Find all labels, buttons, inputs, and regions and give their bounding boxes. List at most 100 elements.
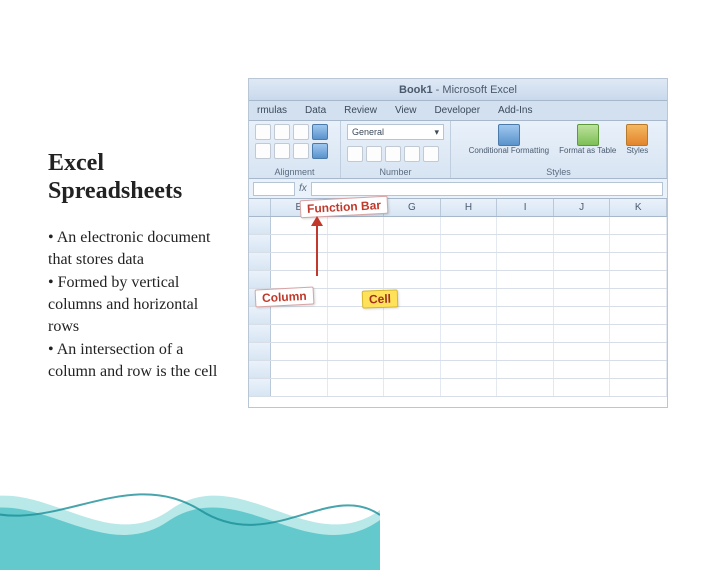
cell[interactable] [610,289,667,306]
formula-bar[interactable] [311,182,663,196]
cell[interactable] [610,361,667,378]
cell[interactable] [441,325,498,342]
cell[interactable] [610,379,667,396]
cell[interactable] [497,289,554,306]
currency-icon[interactable] [347,146,363,162]
cell[interactable] [328,343,385,360]
row-header[interactable] [249,361,271,378]
cell[interactable] [271,325,328,342]
cell[interactable] [384,343,441,360]
row-header[interactable] [249,253,271,270]
cell[interactable] [497,253,554,270]
column-header[interactable]: J [554,199,611,216]
cell[interactable] [271,271,328,288]
cell[interactable] [271,361,328,378]
cell[interactable] [328,307,385,324]
row-header[interactable] [249,217,271,234]
cell[interactable] [441,307,498,324]
spreadsheet-grid[interactable] [249,217,667,407]
cell[interactable] [441,253,498,270]
fx-icon[interactable]: fx [299,183,307,194]
ribbon-tab[interactable]: Add-Ins [498,105,532,116]
column-header[interactable]: G [384,199,441,216]
align-icon[interactable] [274,143,290,159]
align-icon[interactable] [255,124,271,140]
cell[interactable] [610,217,667,234]
cell[interactable] [610,253,667,270]
cell[interactable] [271,343,328,360]
cell[interactable] [328,235,385,252]
cell[interactable] [271,379,328,396]
cell[interactable] [384,379,441,396]
cell[interactable] [610,343,667,360]
comma-icon[interactable] [385,146,401,162]
row-header[interactable] [249,271,271,288]
ribbon-tab[interactable]: View [395,105,417,116]
cell[interactable] [328,217,385,234]
cell[interactable] [271,235,328,252]
cell[interactable] [384,307,441,324]
cell[interactable] [328,361,385,378]
cell[interactable] [384,325,441,342]
align-icon[interactable] [274,124,290,140]
cell[interactable] [554,289,611,306]
cell[interactable] [554,271,611,288]
ribbon-tab[interactable]: Review [344,105,377,116]
cell[interactable] [610,235,667,252]
align-icon[interactable] [255,143,271,159]
ribbon-tab[interactable]: Data [305,105,326,116]
cell[interactable] [384,253,441,270]
cell[interactable] [441,235,498,252]
cell[interactable] [554,325,611,342]
cell[interactable] [554,217,611,234]
merge-icon[interactable] [312,143,328,159]
cell[interactable] [497,361,554,378]
cell[interactable] [497,235,554,252]
column-header[interactable]: H [441,199,498,216]
cell[interactable] [271,253,328,270]
cell[interactable] [441,289,498,306]
row-header[interactable] [249,307,271,324]
row-header[interactable] [249,379,271,396]
column-header[interactable]: I [497,199,554,216]
decimal-inc-icon[interactable] [404,146,420,162]
cell[interactable] [554,379,611,396]
cell[interactable] [384,361,441,378]
cell[interactable] [328,271,385,288]
conditional-formatting-button[interactable]: Conditional Formatting [469,124,549,155]
cell[interactable] [610,271,667,288]
cell[interactable] [497,217,554,234]
cell[interactable] [554,253,611,270]
cell[interactable] [384,217,441,234]
row-header[interactable] [249,235,271,252]
row-header[interactable] [249,343,271,360]
ribbon-tab[interactable]: Developer [434,105,480,116]
cell[interactable] [497,325,554,342]
cell[interactable] [497,343,554,360]
name-box[interactable] [253,182,295,196]
percent-icon[interactable] [366,146,382,162]
cell[interactable] [441,271,498,288]
column-header[interactable]: K [610,199,667,216]
cell[interactable] [610,325,667,342]
cell[interactable] [328,253,385,270]
cell-styles-button[interactable]: Styles [626,124,648,155]
align-icon[interactable] [293,143,309,159]
cell[interactable] [610,307,667,324]
row-header[interactable] [249,325,271,342]
cell[interactable] [384,235,441,252]
cell[interactable] [328,379,385,396]
format-as-table-button[interactable]: Format as Table [559,124,616,155]
cell[interactable] [441,361,498,378]
cell[interactable] [497,307,554,324]
select-all-corner[interactable] [249,199,271,216]
number-format-dropdown[interactable]: General▾ [347,124,444,140]
cell[interactable] [441,343,498,360]
ribbon-tab[interactable]: rmulas [257,105,287,116]
cell[interactable] [328,325,385,342]
align-icon[interactable] [293,124,309,140]
cell[interactable] [554,235,611,252]
cell[interactable] [554,343,611,360]
cell[interactable] [441,379,498,396]
cell[interactable] [497,379,554,396]
